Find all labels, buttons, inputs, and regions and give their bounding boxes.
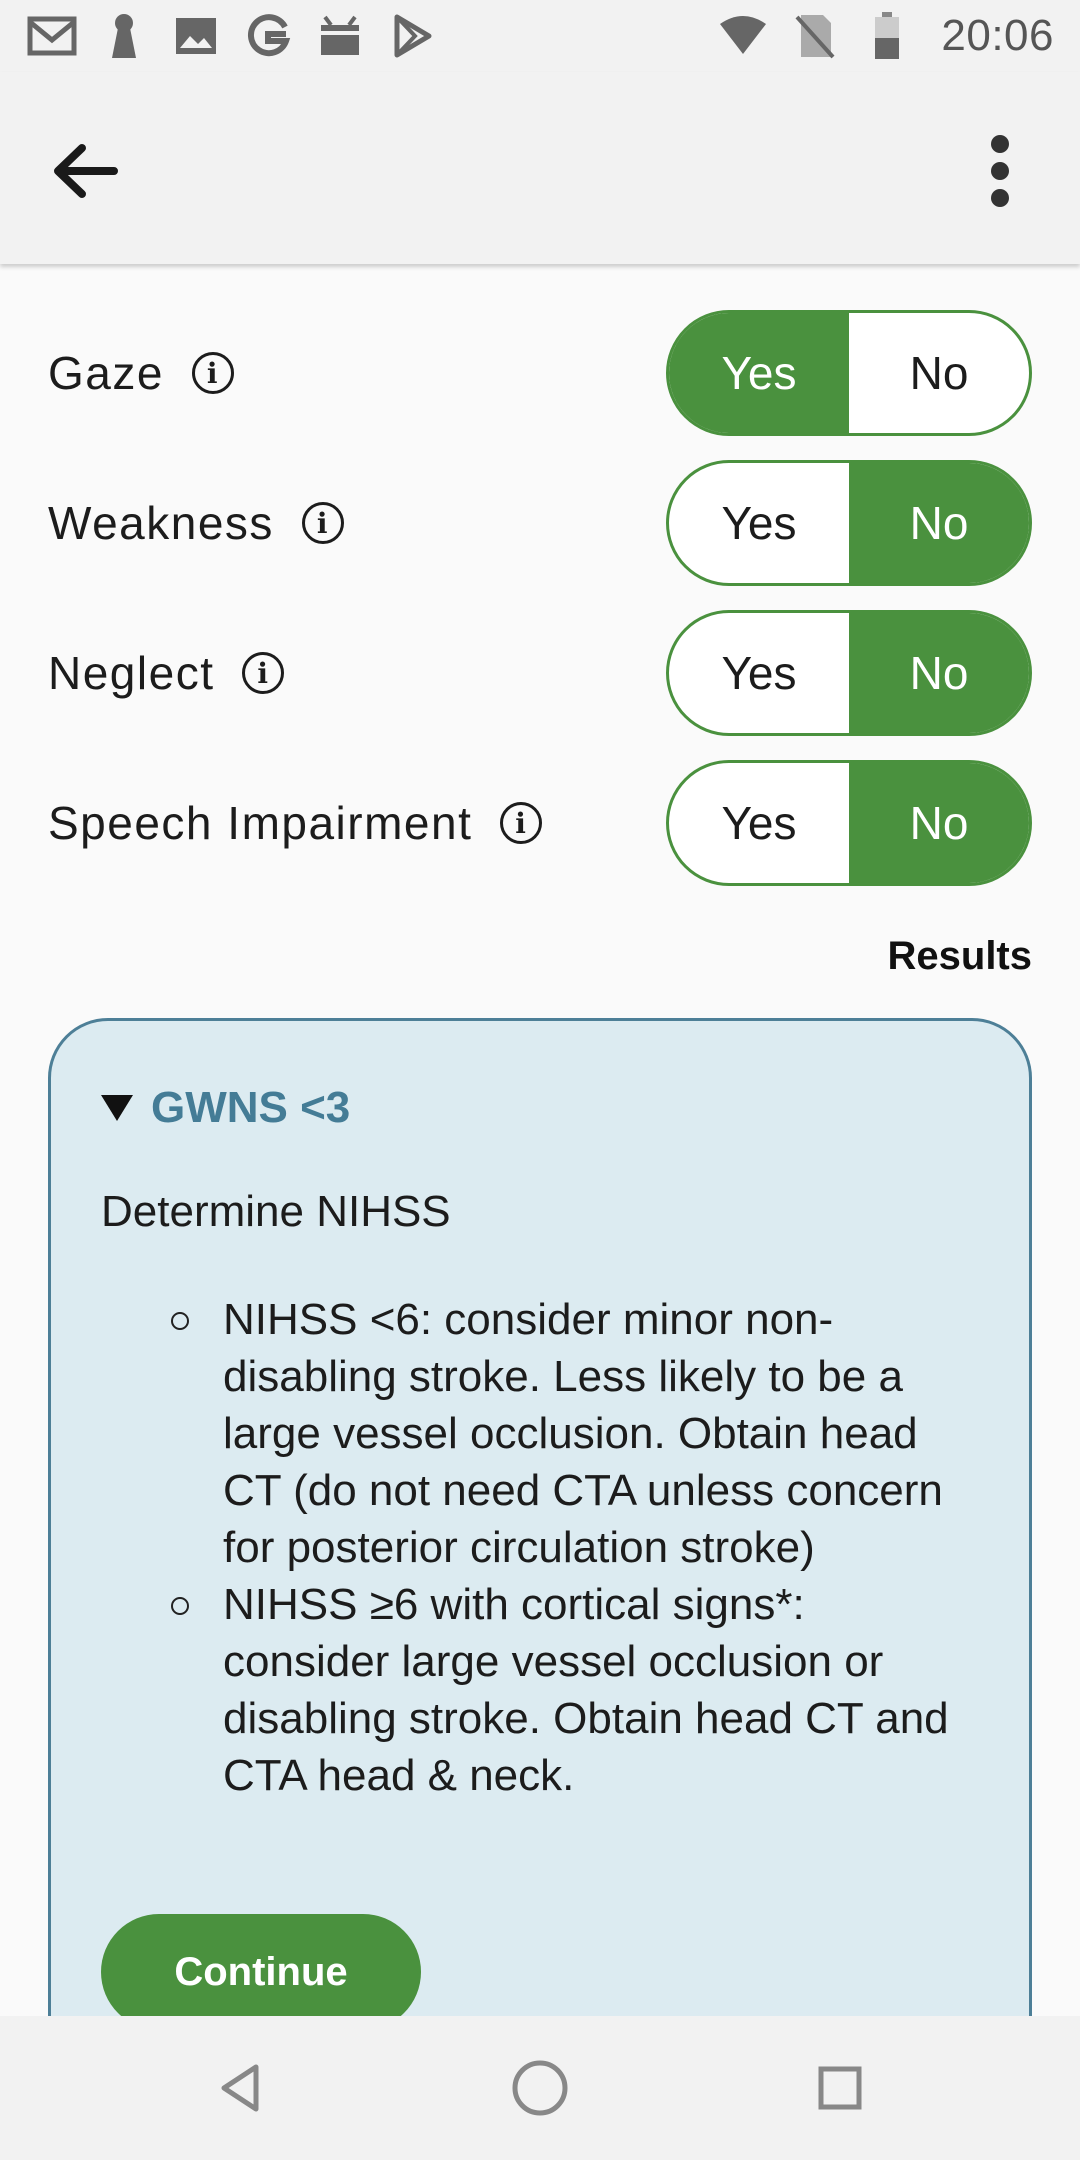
nav-home-button[interactable] — [505, 2053, 575, 2123]
status-bar-system: 20:06 — [717, 10, 1054, 62]
battery-icon — [861, 10, 913, 62]
nav-recents-button[interactable] — [805, 2053, 875, 2123]
info-icon[interactable]: i — [301, 502, 344, 544]
nav-back-button[interactable] — [205, 2053, 275, 2123]
gaze-toggle: Yes No — [666, 310, 1032, 436]
question-label: Weakness — [48, 497, 274, 549]
google-icon — [242, 10, 294, 62]
speech-impairment-no-button[interactable]: No — [849, 763, 1029, 883]
gaze-no-button[interactable]: No — [849, 313, 1029, 433]
question-weakness: Weakness i Yes No — [0, 460, 1080, 586]
result-card-subtitle: Determine NIHSS — [101, 1187, 451, 1236]
wifi-icon — [717, 10, 769, 62]
info-icon[interactable]: i — [500, 802, 543, 844]
result-card-title: GWNS <3 — [151, 1083, 351, 1132]
more-options-button[interactable] — [980, 126, 1020, 216]
continue-button[interactable]: Continue — [101, 1914, 421, 2016]
weakness-toggle: Yes No — [666, 460, 1032, 586]
list-item-text: NIHSS <6: consider minor non-disabling s… — [223, 1295, 943, 1572]
play-store-icon — [386, 10, 438, 62]
navigation-bar — [0, 2016, 1080, 2160]
weakness-no-button[interactable]: No — [849, 463, 1029, 583]
clock: 20:06 — [941, 11, 1054, 60]
speech-impairment-yes-button[interactable]: Yes — [669, 763, 849, 883]
neglect-yes-button[interactable]: Yes — [669, 613, 849, 733]
speech-impairment-toggle: Yes No — [666, 760, 1032, 886]
keyhole-icon — [98, 10, 150, 62]
square-recents-icon — [818, 2066, 862, 2110]
list-item-text: NIHSS ≥6 with cortical signs*: consider … — [223, 1580, 949, 1800]
neglect-no-button[interactable]: No — [849, 613, 1029, 733]
more-vert-icon — [991, 135, 1009, 207]
question-label: Gaze — [48, 347, 164, 399]
image-icon — [170, 10, 222, 62]
question-label: Speech Impairment — [48, 797, 473, 849]
result-card: GWNS <3 Determine NIHSS NIHSS <6: consid… — [48, 1018, 1032, 2016]
main-content[interactable]: Gaze i Yes No Weakness i Yes No Neglect … — [0, 264, 1080, 2016]
circle-bullet-icon — [171, 1597, 189, 1615]
info-icon[interactable]: i — [191, 352, 234, 394]
triangle-back-icon — [221, 2064, 259, 2112]
arrow-back-icon — [54, 144, 118, 198]
collapse-triangle-icon — [101, 1095, 133, 1121]
robot-icon — [314, 10, 366, 62]
question-label: Neglect — [48, 647, 215, 699]
recommendation-list: NIHSS <6: consider minor non-disabling s… — [171, 1291, 971, 1804]
gmail-icon — [26, 10, 78, 62]
question-neglect: Neglect i Yes No — [0, 610, 1080, 736]
question-speech-impairment: Speech Impairment i Yes No — [0, 760, 1080, 886]
circle-home-icon — [512, 2060, 568, 2116]
info-icon[interactable]: i — [242, 652, 285, 694]
result-card-header[interactable]: GWNS <3 — [101, 1083, 350, 1133]
neglect-toggle: Yes No — [666, 610, 1032, 736]
list-item: NIHSS ≥6 with cortical signs*: consider … — [171, 1576, 971, 1804]
weakness-yes-button[interactable]: Yes — [669, 463, 849, 583]
question-gaze: Gaze i Yes No — [0, 310, 1080, 436]
list-item: NIHSS <6: consider minor non-disabling s… — [171, 1291, 971, 1576]
gaze-yes-button[interactable]: Yes — [669, 313, 849, 433]
results-heading: Results — [887, 934, 1033, 978]
back-button[interactable] — [40, 126, 130, 216]
app-bar — [0, 72, 1080, 264]
no-sim-icon — [789, 10, 841, 62]
status-bar-notifications — [26, 10, 438, 62]
status-bar: 20:06 — [0, 0, 1080, 72]
circle-bullet-icon — [171, 1312, 189, 1330]
